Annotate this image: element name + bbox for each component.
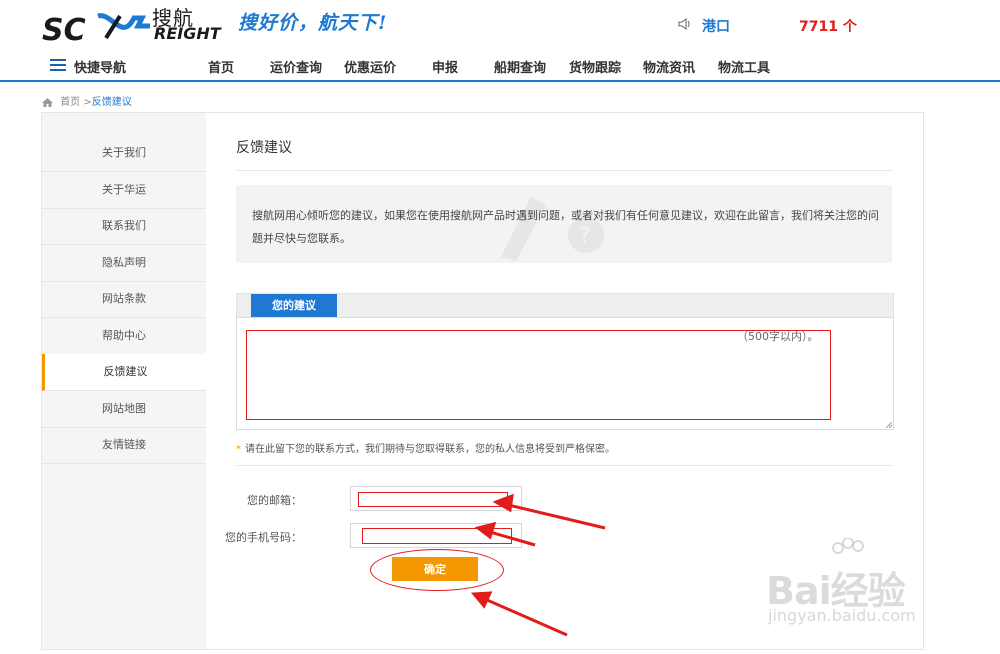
site-slogan: 搜好价，航天下! <box>238 12 388 34</box>
sidebar-item-feedback[interactable]: 反馈建议 <box>42 354 206 391</box>
phone-field[interactable] <box>351 524 521 547</box>
nav-item-promo-rates[interactable]: 优惠运价 <box>344 57 396 76</box>
breadcrumb: 首页 >反馈建议 <box>42 93 132 108</box>
suggestion-tab-bar: 您的建议 <box>236 293 894 318</box>
site-header: SC 搜航 REIGHT 搜好价，航天下! 港口 7711 个 <box>0 0 1000 48</box>
page-title: 反馈建议 <box>236 140 292 156</box>
sidebar-item-about-huayun[interactable]: 关于华运 <box>42 172 206 209</box>
nav-item-tools[interactable]: 物流工具 <box>718 57 770 76</box>
site-logo[interactable]: SC 搜航 REIGHT <box>42 4 221 44</box>
sidebar: 关于我们 关于华运 联系我们 隐私声明 网站条款 帮助中心 反馈建议 网站地图 … <box>42 113 206 649</box>
breadcrumb-home[interactable]: 首页 <box>60 97 80 108</box>
nav-item-rates[interactable]: 运价查询 <box>270 57 322 76</box>
textarea-limit-hint: （500字以内）。 <box>737 330 819 343</box>
port-link[interactable]: 港口 <box>702 16 730 36</box>
nav-item-home[interactable]: 首页 <box>208 57 234 76</box>
nav-item-declaration[interactable]: 申报 <box>432 57 458 76</box>
privacy-note-text: 请在此留下您的联系方式，我们期待与您取得联系，您的私人信息将受到严格保密。 <box>245 444 615 455</box>
nav-item-tracking[interactable]: 货物跟踪 <box>569 57 621 76</box>
breadcrumb-separator: > <box>83 97 92 108</box>
main-panel: 关于我们 关于华运 联系我们 隐私声明 网站条款 帮助中心 反馈建议 网站地图 … <box>41 112 924 650</box>
sidebar-item-terms[interactable]: 网站条款 <box>42 281 206 318</box>
email-label: 您的邮箱： <box>247 494 302 507</box>
sidebar-item-links[interactable]: 友情链接 <box>42 427 206 464</box>
logo-mark: SC <box>42 13 150 44</box>
email-field[interactable] <box>351 487 521 510</box>
sidebar-item-about-us[interactable]: 关于我们 <box>42 135 206 172</box>
nav-item-news[interactable]: 物流资讯 <box>643 57 695 76</box>
menu-icon[interactable] <box>50 59 66 71</box>
title-divider <box>236 170 893 171</box>
phone-label: 您的手机号码： <box>225 531 302 544</box>
speaker-icon <box>678 18 690 30</box>
intro-text: 搜航网用心倾听您的建议，如果您在使用搜航网产品时遇到问题，或者对我们有任何意见建… <box>252 209 879 245</box>
email-field-box <box>350 486 522 511</box>
suggestion-box: （500字以内）。 <box>236 317 894 430</box>
breadcrumb-current: 反馈建议 <box>91 97 132 108</box>
sidebar-item-help[interactable]: 帮助中心 <box>42 318 206 355</box>
resize-grip-icon[interactable] <box>886 422 892 428</box>
feedback-content: 反馈建议 ? 搜航网用心倾听您的建议，如果您在使用搜航网产品时遇到问题，或者对我… <box>206 113 923 649</box>
phone-field-box <box>350 523 522 548</box>
port-count: 7711 个 <box>799 19 857 35</box>
quick-nav-button[interactable]: 快捷导航 <box>74 57 126 76</box>
intro-box: ? 搜航网用心倾听您的建议，如果您在使用搜航网产品时遇到问题，或者对我们有任何意… <box>236 185 892 263</box>
privacy-note: * 请在此留下您的联系方式，我们期待与您取得联系，您的私人信息将受到严格保密。 <box>236 444 615 455</box>
sidebar-item-sitemap[interactable]: 网站地图 <box>42 391 206 428</box>
sidebar-item-privacy[interactable]: 隐私声明 <box>42 245 206 282</box>
logo-english-text: REIGHT <box>154 24 221 43</box>
tab-your-suggestion[interactable]: 您的建议 <box>251 294 337 318</box>
sidebar-item-contact[interactable]: 联系我们 <box>42 208 206 245</box>
nav-item-schedule[interactable]: 船期查询 <box>494 57 546 76</box>
svg-text:SC: SC <box>42 13 86 44</box>
home-icon <box>42 97 53 107</box>
main-nav: 快捷导航 首页 运价查询 优惠运价 申报 船期查询 货物跟踪 物流资讯 物流工具 <box>0 50 1000 82</box>
submit-button[interactable]: 确定 <box>392 557 478 581</box>
note-divider <box>236 465 893 466</box>
